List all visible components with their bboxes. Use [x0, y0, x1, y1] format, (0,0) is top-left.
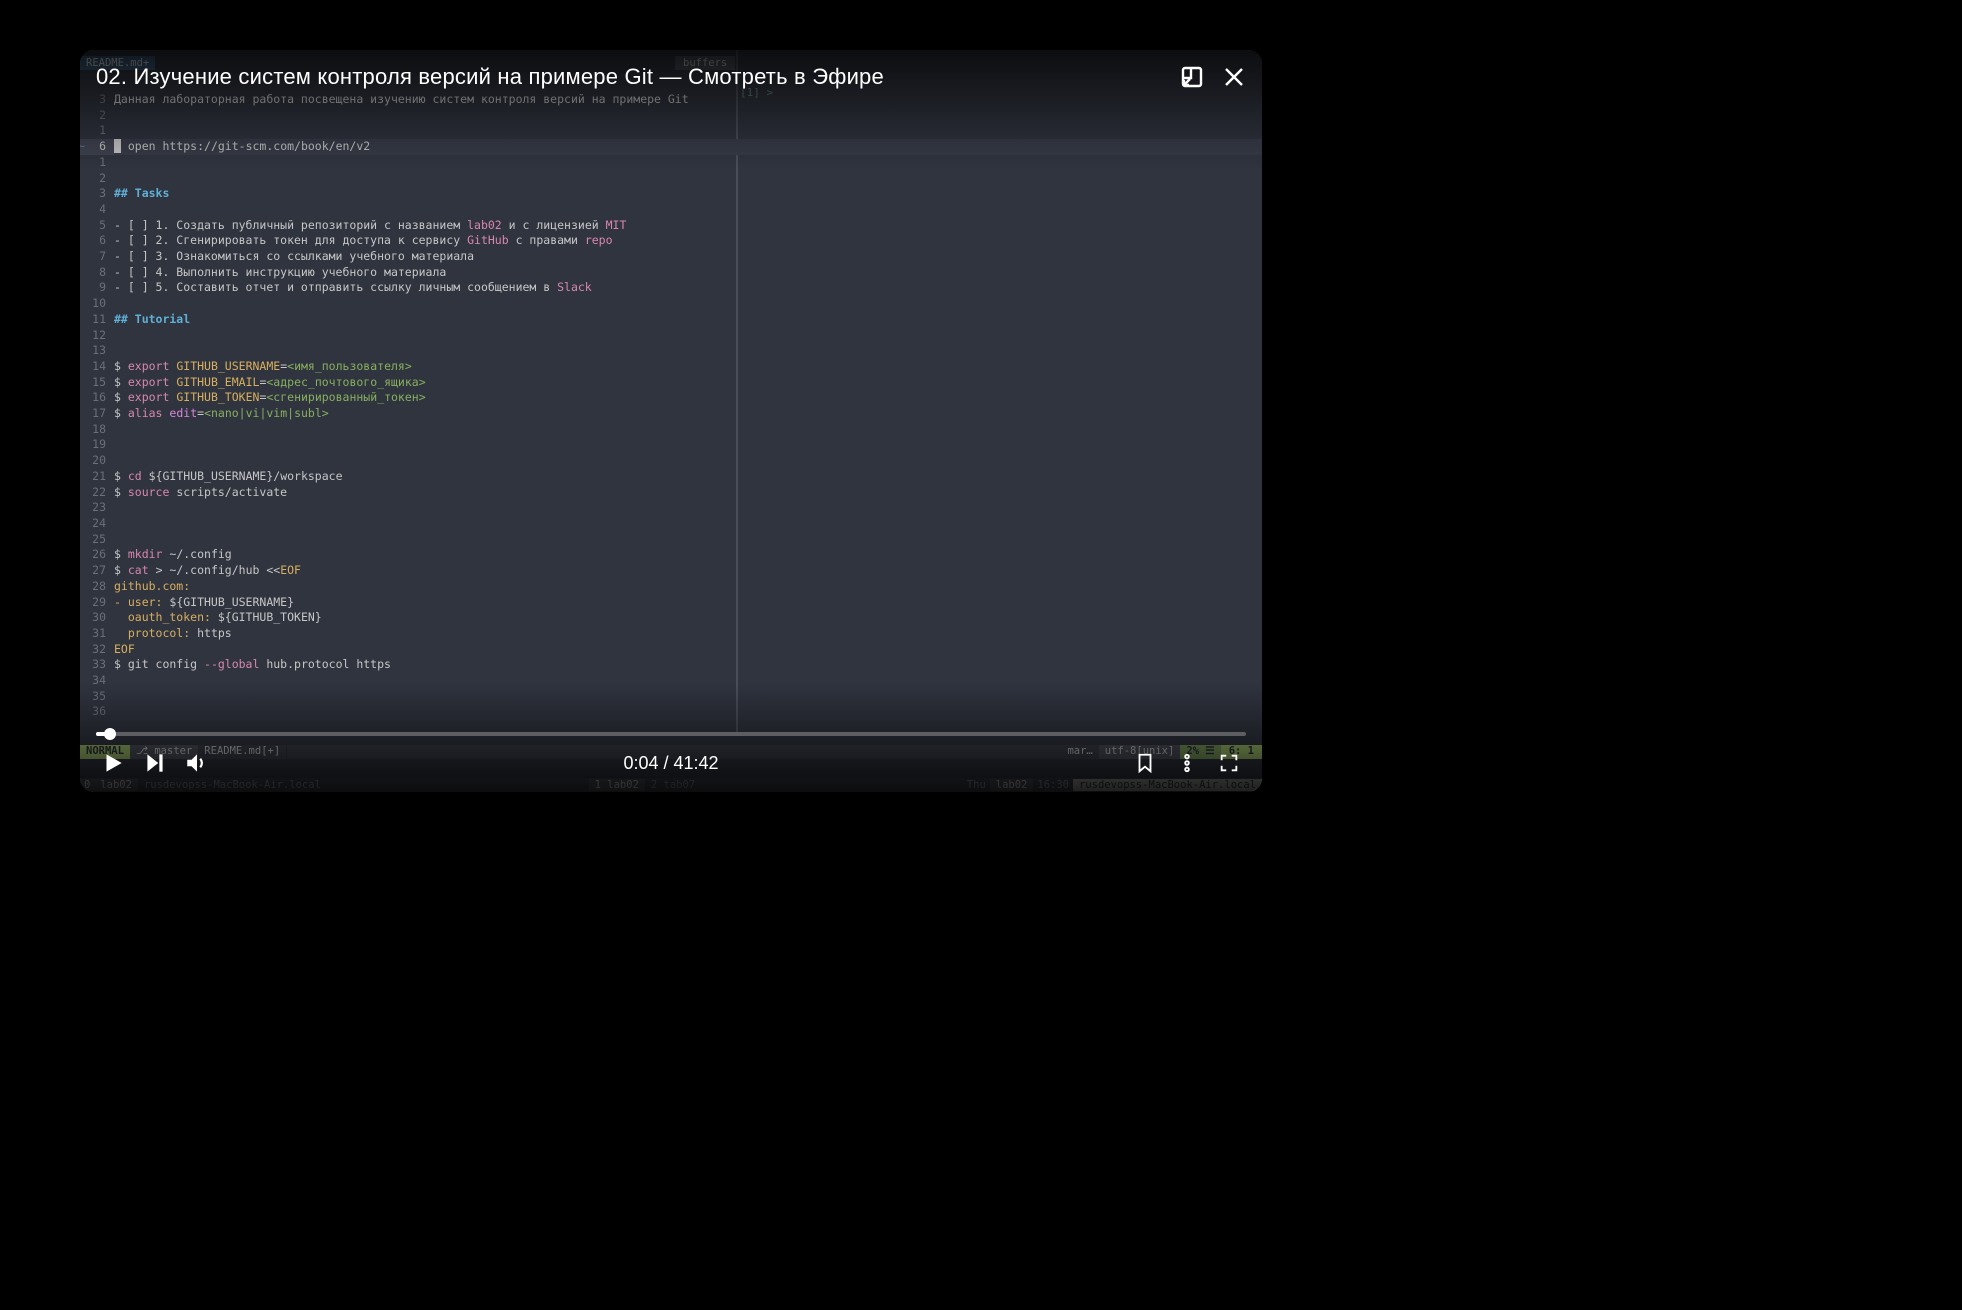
code-line: 30 oauth_token: ${GITHUB_TOKEN} [80, 610, 1262, 626]
video-title: 02. Изучение систем контроля версий на п… [96, 64, 884, 90]
code-line: 22$ source scripts/activate [80, 485, 1262, 501]
code-line: 6- [ ] 2. Сгенирировать токен для доступ… [80, 233, 1262, 249]
progress-knob[interactable] [104, 728, 116, 740]
code-line: 3Данная лабораторная работа посвещена из… [80, 92, 1262, 108]
code-line: 26$ mkdir ~/.config [80, 547, 1262, 563]
next-icon[interactable] [142, 750, 168, 776]
code-line: 2 [80, 108, 1262, 124]
code-line: 2 [80, 171, 1262, 187]
code-line: 19 [80, 437, 1262, 453]
code-line: 24 [80, 516, 1262, 532]
code-line: 23 [80, 500, 1262, 516]
code-line: ~6 open https://git-scm.com/book/en/v2 [80, 139, 1262, 155]
code-line: 34 [80, 673, 1262, 689]
code-line: 12 [80, 328, 1262, 344]
code-line: 5- [ ] 1. Создать публичный репозиторий … [80, 218, 1262, 234]
video-controls: 0:04 / 41:42 [92, 744, 1250, 782]
code-line: 15$ export GITHUB_EMAIL=<адрес_почтового… [80, 375, 1262, 391]
code-line: 32EOF [80, 642, 1262, 658]
fullscreen-icon[interactable] [1218, 752, 1240, 774]
code-line: 29- user: ${GITHUB_USERNAME} [80, 595, 1262, 611]
code-line: 10 [80, 296, 1262, 312]
bookmark-icon[interactable] [1134, 752, 1156, 774]
more-icon[interactable] [1176, 752, 1198, 774]
code-line: 8- [ ] 4. Выполнить инструкцию учебного … [80, 265, 1262, 281]
code-line: 28github.com: [80, 579, 1262, 595]
code-area: 3Данная лабораторная работа посвещена из… [80, 92, 1262, 732]
picture-in-picture-icon[interactable] [1180, 65, 1204, 89]
code-line: 11## Tutorial [80, 312, 1262, 328]
code-line: 13 [80, 343, 1262, 359]
code-line: 16$ export GITHUB_TOKEN=<сгенирированный… [80, 390, 1262, 406]
code-line: 18 [80, 422, 1262, 438]
code-line: 4 [80, 202, 1262, 218]
volume-icon[interactable] [184, 750, 210, 776]
play-icon[interactable] [100, 750, 126, 776]
code-line: 31 protocol: https [80, 626, 1262, 642]
code-line: 1 [80, 155, 1262, 171]
code-line: 3## Tasks [80, 186, 1262, 202]
time-display: 0:04 / 41:42 [623, 753, 718, 774]
code-line: 21$ cd ${GITHUB_USERNAME}/workspace [80, 469, 1262, 485]
code-line: 1 [80, 123, 1262, 139]
code-line: 36 [80, 704, 1262, 720]
code-line: 9- [ ] 5. Составить отчет и отправить сс… [80, 280, 1262, 296]
video-frame-content: README.md+ buffers [1] > 3Данная лаборат… [80, 50, 1262, 792]
code-line: 17$ alias edit=<nano|vi|vim|subl> [80, 406, 1262, 422]
code-line: 7- [ ] 3. Ознакомиться со ссылками учебн… [80, 249, 1262, 265]
video-player-container: README.md+ buffers [1] > 3Данная лаборат… [80, 50, 1262, 792]
close-icon[interactable] [1222, 65, 1246, 89]
progress-bar[interactable] [96, 732, 1246, 736]
code-line: 20 [80, 453, 1262, 469]
video-title-bar: 02. Изучение систем контроля версий на п… [96, 64, 1246, 90]
code-line: 14$ export GITHUB_USERNAME=<имя_пользова… [80, 359, 1262, 375]
code-line: 33$ git config --global hub.protocol htt… [80, 657, 1262, 673]
code-line: 27$ cat > ~/.config/hub <<EOF [80, 563, 1262, 579]
code-line: 35 [80, 689, 1262, 705]
code-line: 25 [80, 532, 1262, 548]
